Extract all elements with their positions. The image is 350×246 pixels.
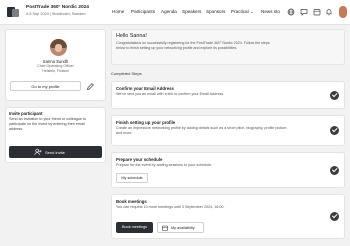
event-logo-icon[interactable] <box>6 5 20 19</box>
welcome-message: Congratulations on successfully register… <box>116 41 270 50</box>
calendar-icon <box>162 225 168 231</box>
my-schedule-button[interactable]: My schedule <box>116 173 148 183</box>
chat-icon[interactable] <box>300 8 308 16</box>
bell-icon[interactable] <box>325 8 333 16</box>
send-invite-label: Send invite <box>45 149 65 155</box>
invite-title: Invite participant <box>9 111 43 116</box>
go-to-profile-button[interactable]: Go to my profile <box>10 81 81 91</box>
my-availability-button[interactable]: My availability <box>157 222 204 233</box>
invite-text: Send an invitation to your friend or col… <box>9 117 87 131</box>
step-complete-check-icon <box>330 126 339 135</box>
my-availability-label: My availability <box>171 226 195 230</box>
edit-pencil-icon[interactable] <box>86 82 95 91</box>
step-book-meetings-title: Book meetings <box>116 199 147 204</box>
step-complete-check-icon <box>330 212 339 221</box>
step-book-meetings-text: You can request 10 more meetings until 3… <box>116 205 225 209</box>
profile-role: Chief Operating Officer <box>37 64 74 68</box>
step-complete-check-icon <box>330 166 339 175</box>
profile-avatar <box>50 39 67 56</box>
step-profile-text: Create an impressive networking profile … <box>116 126 288 135</box>
book-meetings-button[interactable]: Book meetings <box>116 222 153 233</box>
nav-participants[interactable]: Participants <box>131 9 155 14</box>
add-person-icon <box>34 148 42 156</box>
step-complete-check-icon <box>330 91 339 100</box>
user-avatar[interactable] <box>339 6 347 18</box>
profile-location: Helsinki, Finland <box>42 69 69 73</box>
globe-icon[interactable] <box>287 8 295 16</box>
nav-agenda[interactable]: Agenda <box>161 9 177 14</box>
step-profile-title: Finish setting up your profile <box>116 120 176 125</box>
completed-steps-label: Completed Steps <box>111 71 142 76</box>
nav-home[interactable]: Home <box>112 9 124 14</box>
nav-speakers[interactable]: Speakers <box>182 9 201 14</box>
step-confirm-email-text: We've sent you an email with a link to c… <box>116 92 225 96</box>
top-bar: PostTrade 360° Nordic 2024 4-5 Sep 2024 … <box>0 0 350 25</box>
event-subtitle: 4-5 Sep 2024 | Stockholm, Sweden <box>26 12 86 16</box>
nav-sponsors[interactable]: Sponsors <box>206 9 225 14</box>
event-title: PostTrade 360° Nordic 2024 <box>26 5 89 10</box>
send-invite-button[interactable]: Send invite <box>9 146 102 158</box>
calendar-icon[interactable] <box>313 8 321 16</box>
nav-practical[interactable]: Practical ⌄ <box>231 9 254 15</box>
nav-news[interactable]: News sto <box>261 9 280 14</box>
welcome-greeting: Hello Sanna! <box>116 33 147 39</box>
step-schedule-text: Prepare for the event by adding sessions… <box>116 163 213 167</box>
step-confirm-email-title: Confirm your Email Address <box>116 86 174 91</box>
step-schedule-title: Prepare your schedule <box>116 157 163 162</box>
